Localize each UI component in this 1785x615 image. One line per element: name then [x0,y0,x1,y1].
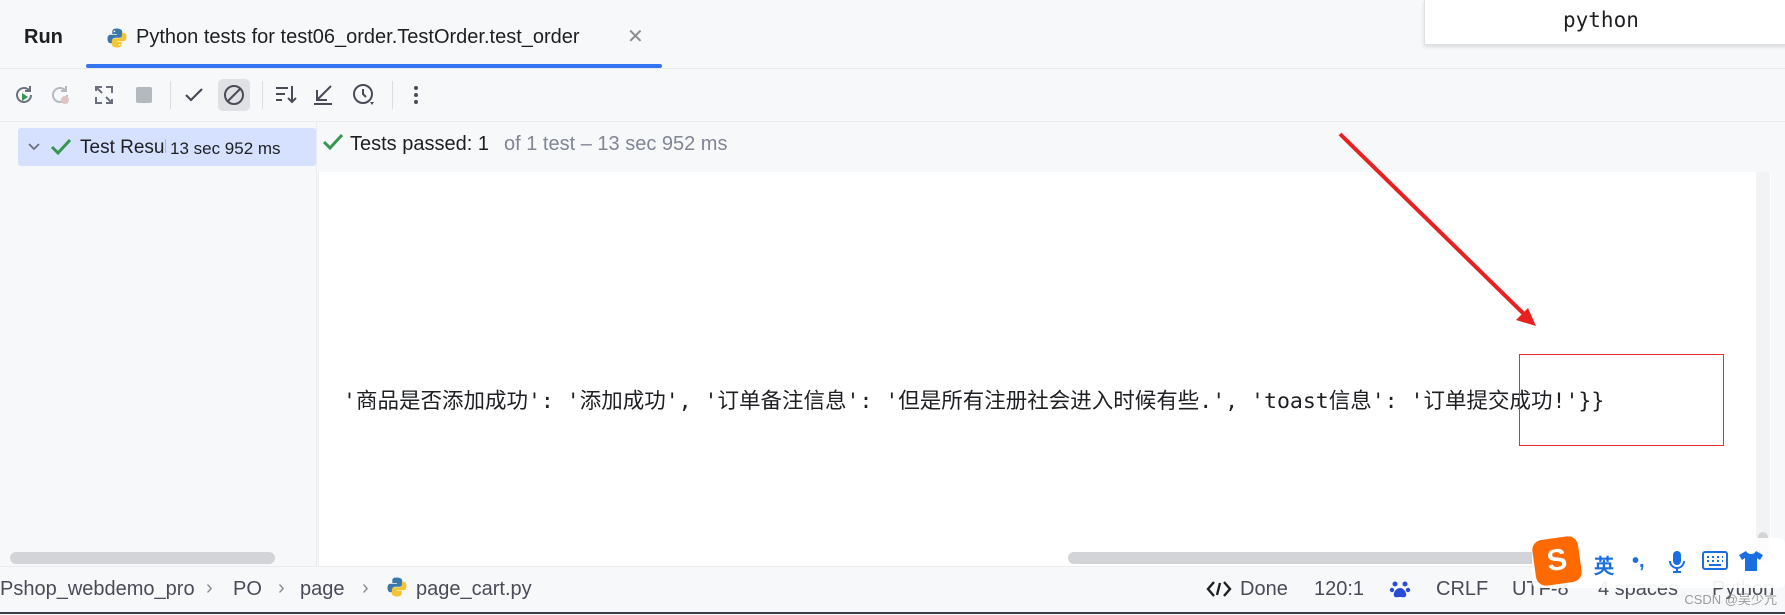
annotation-arrow [1338,132,1536,326]
active-tab-indicator [86,64,662,68]
run-tool-window-title[interactable]: Run [24,26,63,49]
keyboard-icon[interactable] [1702,550,1728,578]
breadcrumb-project[interactable]: Pshop_webdemo_pro [0,578,195,601]
stop-icon[interactable] [128,79,160,111]
popup-text: python [1563,8,1639,32]
tree-node-duration: 13 sec 952 ms [170,139,281,158]
breadcrumb-separator: › [206,577,213,599]
ime-toolbar[interactable]: S 英 •, [1531,535,1785,588]
toolbar-separator [170,81,171,109]
tree-node-label: Test Results [80,137,166,158]
tests-passed-label: Tests passed: 1 [350,133,489,155]
microphone-icon[interactable] [1668,550,1686,580]
skin-shirt-icon[interactable] [1738,550,1764,578]
console-vertical-scrollbar[interactable] [1756,172,1770,566]
baidu-paw-icon[interactable] [1388,577,1412,607]
tests-detail-label: of 1 test – 13 sec 952 ms [504,133,728,155]
rerun-icon[interactable] [8,79,40,111]
rerun-failed-icon[interactable] [44,79,76,111]
csdn-watermark: CSDN @吴少亢 [1684,592,1777,607]
ime-punctuation-toggle[interactable]: •, [1632,550,1645,573]
breadcrumb-separator: › [362,577,369,599]
tab-label: Python tests for test06_order.TestOrder.… [136,26,580,48]
tree-horizontal-scrollbar[interactable] [10,552,275,564]
code-vision-icon[interactable] [1206,579,1232,605]
status-bar: Pshop_webdemo_pro › PO › page › page_car… [0,566,1785,615]
tree-node-test-results[interactable]: Test Results 13 sec 952 ms [18,128,316,166]
console-horizontal-scrollbar[interactable] [1068,552,1568,564]
chevron-down-icon[interactable] [26,138,42,159]
toggle-auto-test-icon[interactable] [88,79,120,111]
close-icon[interactable]: ✕ [627,24,644,49]
test-tree: Test Results 13 sec 952 ms [6,122,317,566]
sort-icon[interactable] [270,79,302,111]
tab-python-tests[interactable]: Python tests for test06_order.TestOrder.… [86,14,662,68]
status-done[interactable]: Done [1240,578,1288,601]
breadcrumb-page[interactable]: page [300,578,345,601]
python-test-icon [106,27,128,49]
run-toolbar [0,69,1785,122]
console-line: '商品是否添加成功': '添加成功', '订单备注信息': '但是所有注册社会进… [343,389,1605,414]
toolbar-separator [392,81,393,109]
sogou-logo-icon[interactable]: S [1531,535,1583,587]
breadcrumb-po[interactable]: PO [233,578,262,601]
completion-popup[interactable]: python [1424,0,1785,45]
annotation-highlight-box [1519,354,1724,446]
show-ignored-icon[interactable] [218,79,250,111]
show-passed-icon[interactable] [178,79,210,111]
passed-check-icon [322,132,344,157]
python-file-icon [386,576,408,604]
more-icon[interactable] [400,79,432,111]
breadcrumb-separator: › [278,577,285,599]
tool-window-header: Run Python tests for test06_order.TestOr… [0,0,1785,69]
breadcrumb-file[interactable]: page_cart.py [416,578,532,601]
history-icon[interactable] [348,79,380,111]
line-ending[interactable]: CRLF [1436,578,1488,601]
ime-language-toggle[interactable]: 英 [1594,550,1614,579]
collapse-icon[interactable] [308,79,340,111]
toolbar-separator [262,81,263,109]
caret-position[interactable]: 120:1 [1314,578,1364,601]
test-summary: Tests passed: 1 of 1 test – 13 sec 952 m… [318,122,1785,172]
passed-check-icon [50,137,72,162]
